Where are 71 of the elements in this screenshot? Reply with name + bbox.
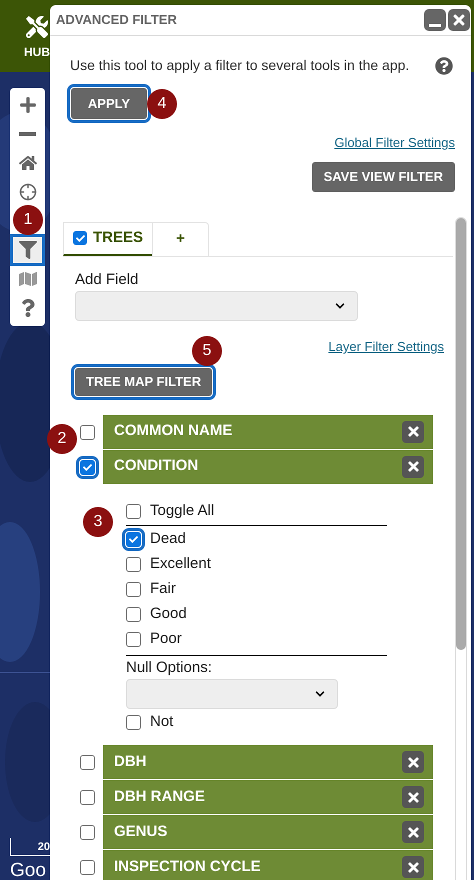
close-icon xyxy=(406,824,420,840)
field-header[interactable]: GENUS xyxy=(103,815,433,849)
close-icon xyxy=(406,424,420,439)
layer-filter-settings-link[interactable]: Layer Filter Settings xyxy=(328,337,444,356)
scrollbar-thumb[interactable] xyxy=(456,218,466,650)
minimize-icon xyxy=(429,24,441,27)
scale-label: 20 xyxy=(38,840,50,854)
checkbox[interactable] xyxy=(80,860,95,875)
remove-button[interactable] xyxy=(402,786,424,808)
option-label: Good xyxy=(150,604,187,624)
field-header[interactable]: INSPECTION CYCLE xyxy=(103,850,433,880)
option-label: Toggle All xyxy=(150,500,214,521)
dropdown-field[interactable] xyxy=(75,291,358,321)
toolbar-button[interactable] xyxy=(13,236,42,262)
check-icon xyxy=(83,462,92,472)
zoom-out-icon xyxy=(19,132,36,136)
close-button[interactable] xyxy=(448,9,470,31)
zoom-in-icon xyxy=(18,96,36,114)
close-icon xyxy=(406,790,420,804)
tools-icon xyxy=(26,16,48,38)
map-logo: Goo xyxy=(10,861,46,880)
checkbox[interactable] xyxy=(80,755,95,770)
checkbox[interactable] xyxy=(80,424,95,440)
map-icon xyxy=(18,270,36,288)
checkbox[interactable] xyxy=(126,504,141,518)
hub-label[interactable]: HUB xyxy=(24,43,50,61)
save-view-filter-button[interactable]: SAVE VIEW FILTER xyxy=(312,162,455,192)
chevron-down-icon xyxy=(335,301,345,311)
description-text: Use this tool to apply a filter to several tools in the app. xyxy=(70,56,410,75)
apply-button[interactable]: APPLY xyxy=(71,88,147,119)
remove-button[interactable] xyxy=(402,751,424,773)
close-icon xyxy=(406,860,420,874)
filter-icon xyxy=(18,240,36,258)
remove-button[interactable] xyxy=(402,856,424,878)
minimize-button[interactable] xyxy=(424,9,446,31)
close-icon xyxy=(406,754,420,770)
global-filter-settings-link[interactable]: Global Filter Settings xyxy=(334,133,455,152)
checkbox[interactable] xyxy=(80,790,95,805)
remove-button[interactable] xyxy=(402,420,424,442)
remove-button[interactable] xyxy=(402,456,424,478)
home-icon xyxy=(18,154,36,172)
checkbox[interactable] xyxy=(126,715,141,730)
option-label: Poor xyxy=(150,628,182,649)
close-icon xyxy=(451,12,467,28)
field-header[interactable]: CONDITION xyxy=(103,450,433,484)
dialog-title: ADVANCED FILTER xyxy=(56,11,177,30)
layer-tab[interactable]: + xyxy=(152,222,210,256)
dropdown-field[interactable] xyxy=(126,679,338,709)
option-label: Dead xyxy=(150,528,186,549)
help-icon xyxy=(435,56,453,74)
field-header[interactable]: COMMON NAME xyxy=(103,414,433,448)
add-field-label: Add Field xyxy=(75,270,140,290)
layer-tab[interactable]: TREES xyxy=(63,222,152,256)
checkbox[interactable] xyxy=(80,825,95,840)
check-icon xyxy=(76,234,84,242)
option-label: Not xyxy=(150,712,174,732)
checkbox[interactable] xyxy=(126,556,141,572)
checkbox[interactable] xyxy=(126,582,141,596)
crosshair-icon xyxy=(18,182,36,200)
close-icon xyxy=(406,459,420,474)
option-label: Fair xyxy=(150,578,176,599)
checkbox[interactable] xyxy=(126,632,141,646)
check-icon xyxy=(129,534,138,544)
option-label: Excellent xyxy=(150,554,211,574)
tree-map-filter-button[interactable]: TREE MAP FILTER xyxy=(75,368,212,396)
field-header[interactable]: DBH RANGE xyxy=(103,780,433,814)
field-header[interactable]: DBH xyxy=(103,745,433,779)
checkbox[interactable] xyxy=(126,606,141,622)
remove-button[interactable] xyxy=(402,821,424,843)
null-options-label: Null Options: xyxy=(126,658,213,678)
chevron-down-icon xyxy=(315,689,325,699)
